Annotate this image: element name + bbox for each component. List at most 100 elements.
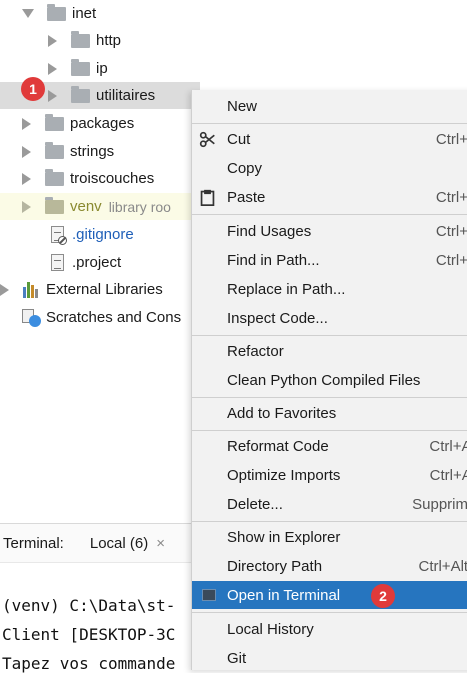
chevron-down-icon[interactable]	[22, 9, 34, 18]
terminal-line: (venv) C:\Data\st-	[2, 596, 176, 615]
folder-icon	[71, 30, 90, 48]
chevron-right-icon[interactable]	[48, 89, 57, 102]
tree-item-label: Scratches and Cons	[46, 309, 182, 326]
menu-item-replace-in-path[interactable]: Replace in Path...	[192, 275, 467, 303]
tree-item-label: packages	[70, 115, 135, 132]
menu-item-label: Add to Favorites	[227, 404, 337, 422]
tree-item-note: library roo	[108, 198, 171, 215]
menu-item-reformat-code[interactable]: Reformat Code Ctrl+Alt-	[192, 432, 467, 460]
menu-item-clean-python-compiled[interactable]: Clean Python Compiled Files	[192, 366, 467, 394]
tree-item-troiscouches[interactable]: troiscouches	[0, 165, 200, 192]
ignored-file-icon	[51, 226, 67, 245]
menu-item-shortcut: Ctrl+	[435, 251, 467, 269]
menu-divider	[192, 123, 467, 124]
menu-item-label: Git	[227, 649, 247, 667]
menu-divider	[192, 430, 467, 431]
chevron-right-icon[interactable]	[48, 62, 57, 75]
menu-item-label: Copy	[227, 159, 263, 177]
chevron-right-icon[interactable]	[22, 145, 31, 158]
tree-item-label: troiscouches	[70, 170, 155, 187]
tree-item-inet[interactable]: inet	[0, 0, 200, 27]
context-menu: New Cut Ctrl+ Copy Paste Ctrl+ Find Usag…	[191, 90, 467, 670]
terminal-line: Tapez vos commande	[2, 654, 176, 673]
scissors-icon	[199, 131, 215, 148]
menu-item-label: Cut	[227, 130, 251, 148]
menu-item-directory-path[interactable]: Directory Path Ctrl+Alt+F	[192, 552, 467, 580]
chevron-right-icon[interactable]	[22, 117, 31, 130]
menu-item-refactor[interactable]: Refactor	[192, 337, 467, 365]
tree-item-packages[interactable]: packages	[0, 110, 200, 137]
folder-icon	[71, 85, 90, 103]
folder-icon	[71, 58, 90, 76]
menu-item-inspect-code[interactable]: Inspect Code...	[192, 304, 467, 332]
menu-item-shortcut: Ctrl+	[435, 130, 467, 148]
menu-item-label: Refactor	[227, 342, 284, 360]
tree-item-venv[interactable]: venv library roo	[0, 193, 200, 220]
tree-item-strings[interactable]: strings	[0, 138, 200, 165]
menu-item-shortcut: Supprim	[412, 495, 467, 513]
step-badge-1: 1	[21, 77, 45, 101]
menu-item-label: Paste	[227, 188, 266, 206]
terminal-title: Terminal:	[3, 534, 64, 552]
chevron-right-icon[interactable]	[22, 200, 31, 213]
menu-item-new[interactable]: New	[192, 92, 467, 120]
menu-item-label: New	[227, 97, 258, 115]
terminal-tab-local[interactable]: Local (6)	[90, 535, 148, 552]
menu-item-label: Optimize Imports	[227, 466, 341, 484]
file-lines-icon	[54, 260, 61, 269]
tree-item-label: .project	[72, 254, 122, 271]
chevron-right-icon[interactable]	[48, 34, 57, 47]
menu-item-git[interactable]: Git	[192, 644, 467, 670]
terminal-line: Client [DESKTOP-3C	[2, 625, 176, 644]
tree-item-gitignore[interactable]: .gitignore	[0, 221, 200, 248]
menu-item-show-in-explorer[interactable]: Show in Explorer	[192, 523, 467, 551]
menu-item-shortcut: Ctrl+Alt-	[429, 437, 467, 455]
folder-icon	[45, 196, 64, 214]
menu-item-cut[interactable]: Cut Ctrl+	[192, 125, 467, 153]
menu-item-optimize-imports[interactable]: Optimize Imports Ctrl+Alt+	[192, 461, 467, 489]
menu-item-add-to-favorites[interactable]: Add to Favorites	[192, 399, 467, 427]
menu-item-label: Directory Path	[227, 557, 323, 575]
menu-item-label: Inspect Code...	[227, 309, 328, 327]
menu-item-paste[interactable]: Paste Ctrl+	[192, 183, 467, 211]
menu-item-label: Reformat Code	[227, 437, 329, 455]
scratches-icon	[22, 308, 42, 327]
folder-icon	[45, 141, 64, 159]
menu-item-open-in-terminal[interactable]: Open in Terminal	[192, 581, 467, 609]
folder-icon	[45, 113, 64, 131]
menu-divider	[192, 214, 467, 215]
folder-icon	[45, 168, 64, 186]
tree-item-scratches[interactable]: Scratches and Cons	[0, 304, 200, 331]
tree-item-external-libraries[interactable]: External Libraries	[0, 276, 200, 303]
menu-item-label: Local History	[227, 620, 314, 638]
menu-item-label: Open in Terminal	[227, 586, 341, 604]
folder-icon	[47, 3, 66, 21]
ignore-icon	[58, 236, 67, 245]
tree-item-http[interactable]: http	[0, 27, 200, 54]
tree-item-label: inet	[72, 5, 97, 22]
menu-divider	[192, 612, 467, 613]
menu-item-label: Replace in Path...	[227, 280, 346, 298]
menu-item-label: Show in Explorer	[227, 528, 341, 546]
menu-item-label: Delete...	[227, 495, 283, 513]
terminal-header: Terminal: Local (6) ×	[0, 523, 200, 563]
menu-divider	[192, 335, 467, 336]
menu-item-find-in-path[interactable]: Find in Path... Ctrl+	[192, 246, 467, 274]
menu-item-label: Clean Python Compiled Files	[227, 371, 421, 389]
tree-item-label: venv	[70, 198, 102, 215]
close-icon[interactable]: ×	[156, 535, 165, 552]
menu-item-copy[interactable]: Copy	[192, 154, 467, 182]
chevron-right-icon[interactable]	[0, 283, 9, 296]
menu-item-delete[interactable]: Delete... Supprim	[192, 490, 467, 518]
menu-item-shortcut: Ctrl+	[435, 222, 467, 240]
menu-item-find-usages[interactable]: Find Usages Ctrl+	[192, 217, 467, 245]
tree-item-project[interactable]: .project	[0, 249, 200, 276]
clipboard-icon	[200, 189, 215, 206]
tree-item-label: External Libraries	[46, 281, 163, 298]
menu-item-shortcut: Ctrl+Alt+	[429, 466, 467, 484]
chevron-right-icon[interactable]	[22, 172, 31, 185]
file-icon	[51, 254, 64, 271]
tree-item-label: http	[96, 32, 122, 49]
terminal-icon	[202, 589, 216, 601]
menu-item-local-history[interactable]: Local History	[192, 615, 467, 643]
